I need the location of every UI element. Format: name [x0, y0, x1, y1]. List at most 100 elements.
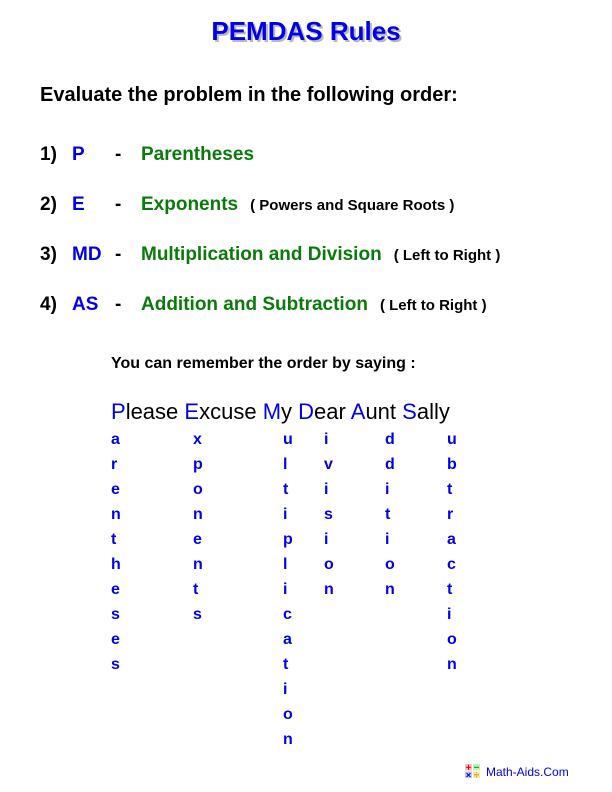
- rule-name: Exponents ( Powers and Square Roots ): [141, 194, 454, 216]
- rule-note: ( Left to Right ): [379, 297, 487, 314]
- letter-column: arentheses: [111, 430, 121, 680]
- intro-text: Evaluate the problem in the following or…: [40, 84, 458, 106]
- column-letter: a: [283, 631, 292, 648]
- rule-name-text: Parentheses: [141, 144, 255, 165]
- phrase-initial: A: [350, 399, 366, 424]
- rule-dash: -: [115, 194, 122, 215]
- column-letter: l: [283, 456, 288, 473]
- rule-number: 1): [40, 144, 57, 165]
- letter-column: ddition: [385, 430, 395, 605]
- column-letter: p: [193, 456, 203, 473]
- rule-note: ( Powers and Square Roots ): [250, 197, 455, 214]
- column-letter: h: [111, 556, 121, 573]
- phrase-initial: D: [298, 399, 315, 424]
- column-letter: t: [193, 581, 199, 598]
- rule-note: ( Left to Right ): [393, 247, 501, 264]
- mnemonic-intro: You can remember the order by saying :: [111, 355, 416, 372]
- column-letter: i: [283, 506, 288, 523]
- rule-name: Parentheses: [141, 144, 254, 166]
- column-letter: s: [111, 606, 120, 623]
- column-letter: c: [283, 606, 292, 623]
- column-letter: o: [283, 706, 293, 723]
- rule-dash: -: [115, 294, 122, 315]
- column-letter: n: [111, 506, 121, 523]
- column-letter: u: [447, 431, 457, 448]
- column-letter: r: [111, 456, 118, 473]
- column-letter: i: [283, 581, 288, 598]
- page-title: PEMDAS Rules: [211, 16, 401, 46]
- column-letter: i: [283, 681, 288, 698]
- column-letter: r: [447, 506, 454, 523]
- column-letter: o: [447, 631, 457, 648]
- column-letter: o: [324, 556, 334, 573]
- column-letter: e: [111, 481, 120, 498]
- phrase-rest: lease: [125, 399, 179, 424]
- column-letter: i: [324, 481, 329, 498]
- column-letter: u: [283, 431, 293, 448]
- rule-dash: -: [115, 244, 122, 265]
- column-letter: i: [324, 531, 329, 548]
- phrase-rest: xcuse: [199, 399, 257, 424]
- rule-number: 4): [40, 294, 57, 315]
- column-letter: n: [193, 556, 203, 573]
- column-letter: o: [193, 481, 203, 498]
- phrase-initial: E: [184, 399, 200, 424]
- math-aids-logo-icon: [465, 764, 480, 778]
- column-letter: n: [283, 731, 293, 748]
- column-letter: o: [385, 556, 395, 573]
- column-letter: s: [193, 606, 202, 623]
- rule-dash: -: [115, 144, 122, 165]
- column-letter: a: [447, 531, 456, 548]
- phrase-initial: M: [262, 399, 282, 424]
- column-letter: i: [447, 606, 452, 623]
- mnemonic-phrase: Please Excuse My Dear Aunt Sally: [111, 399, 450, 425]
- column-letter: e: [193, 531, 202, 548]
- column-letter: t: [447, 481, 453, 498]
- column-letter: n: [385, 581, 395, 598]
- column-letter: t: [111, 531, 117, 548]
- column-letter: n: [324, 581, 334, 598]
- footer-text: Math-Aids.Com: [486, 765, 569, 779]
- rule-number: 2): [40, 194, 57, 215]
- column-letter: e: [111, 631, 120, 648]
- column-letter: i: [324, 431, 329, 448]
- column-letter: s: [324, 506, 333, 523]
- column-letter: p: [283, 531, 293, 548]
- rule-name-text: Addition and Subtraction: [141, 294, 368, 315]
- column-letter: d: [385, 456, 395, 473]
- column-letter: v: [324, 456, 333, 473]
- column-letter: t: [385, 506, 391, 523]
- phrase-rest: ally: [416, 399, 450, 424]
- rule-abbr: E: [72, 194, 85, 215]
- phrase-rest: y: [281, 399, 293, 424]
- column-letter: t: [283, 481, 289, 498]
- column-letter: l: [283, 556, 288, 573]
- letter-column: xponents: [193, 430, 203, 630]
- column-letter: a: [111, 431, 120, 448]
- column-letter: x: [193, 431, 202, 448]
- column-letter: i: [385, 531, 390, 548]
- rule-name: Multiplication and Division ( Left to Rig…: [141, 244, 500, 266]
- column-letter: t: [283, 656, 289, 673]
- phrase-rest: ear: [314, 399, 346, 424]
- column-letter: d: [385, 431, 395, 448]
- column-letter: b: [447, 456, 457, 473]
- rule-name-text: Multiplication and Division: [141, 244, 382, 265]
- footer-brand[interactable]: Math-Aids.Com: [465, 764, 569, 779]
- rule-number: 3): [40, 244, 57, 265]
- letter-column: ivision: [324, 430, 334, 605]
- column-letter: t: [447, 581, 453, 598]
- column-letter: s: [111, 656, 120, 673]
- column-letter: c: [447, 556, 456, 573]
- rule-abbr: MD: [72, 244, 102, 265]
- rule-name-text: Exponents: [141, 194, 239, 215]
- column-letter: n: [447, 656, 457, 673]
- letter-column: ubtraction: [447, 430, 457, 680]
- letter-column: ultiplication: [283, 430, 293, 755]
- column-letter: i: [385, 481, 390, 498]
- column-letter: n: [193, 506, 203, 523]
- rule-abbr: AS: [72, 294, 99, 315]
- phrase-rest: unt: [365, 399, 397, 424]
- rule-abbr: P: [72, 144, 85, 165]
- phrase-initial: P: [111, 399, 126, 424]
